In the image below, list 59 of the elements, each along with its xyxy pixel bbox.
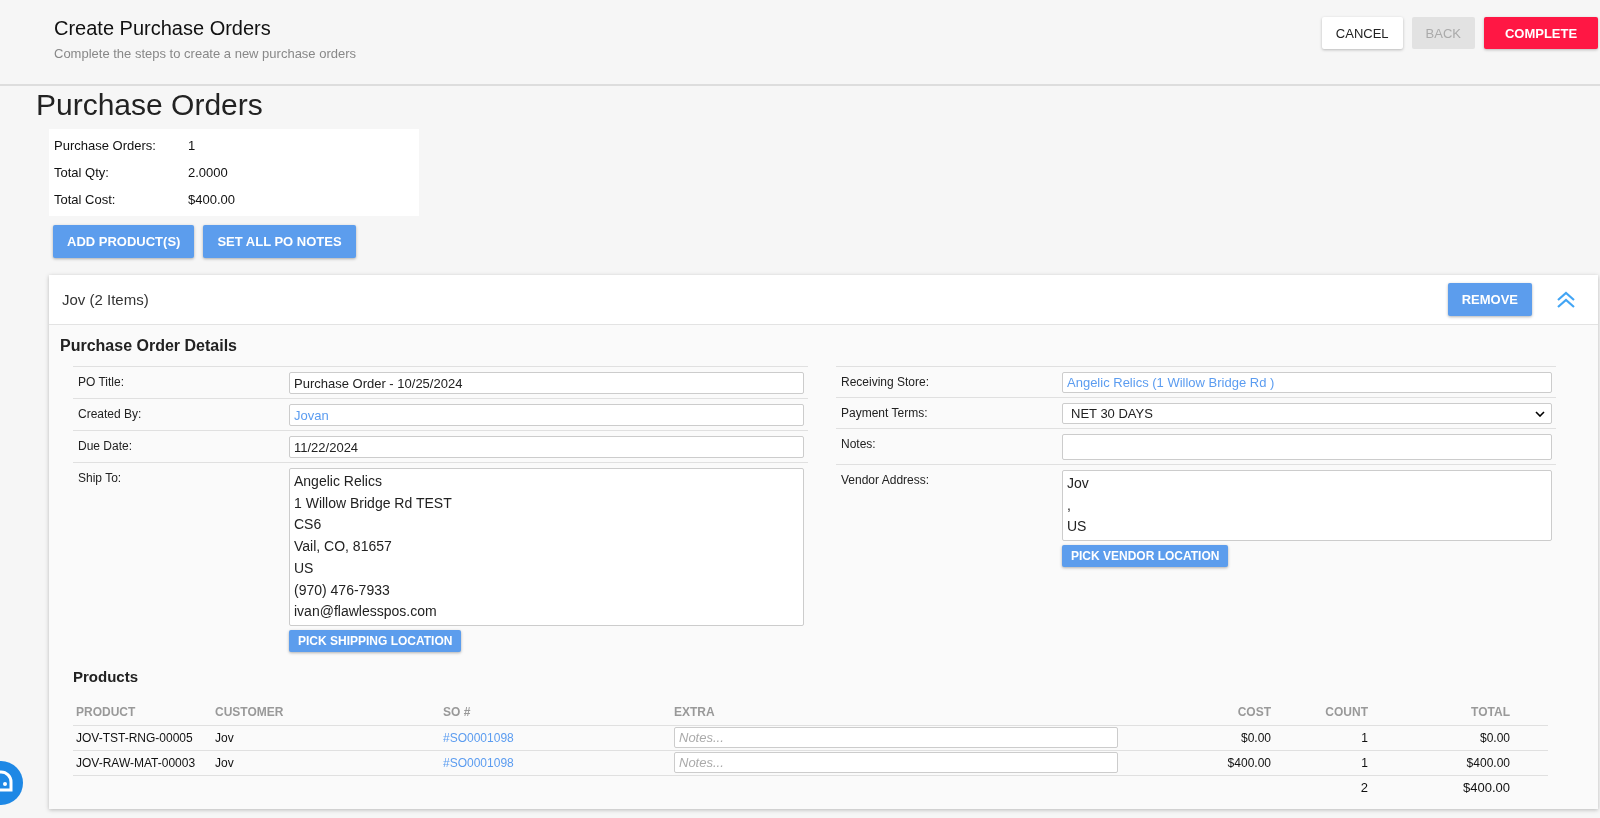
table-cell: Jov [212,725,440,751]
page-subtitle: Complete the steps to create a new purchase orders [54,46,357,61]
action-button[interactable]: SET ALL PO NOTES [203,225,356,258]
total-amount: $400.00 [1372,775,1548,800]
column-header: EXTRA [671,698,1118,726]
address-field[interactable]: Jov , US [1062,470,1552,542]
header-button[interactable]: CANCEL [1321,17,1403,49]
order-link[interactable]: #SO0001098 [443,730,514,745]
section-title: Products [73,667,139,685]
field-label: Notes: [840,436,877,453]
table-cell: 1 [1275,725,1372,751]
input-field[interactable]: Angelic Relics (1 Willow Bridge Rd ) [1062,372,1552,393]
table-cell: 1 [1275,750,1372,776]
input-field[interactable]: Jovan [289,404,804,426]
input-field[interactable] [1062,434,1552,460]
summary-value: $400.00 [188,192,235,207]
notes-field[interactable]: Notes... [674,752,1118,774]
table-cell: JOV-TST-RNG-00005 [73,725,212,751]
field-label: Receiving Store: [840,374,931,391]
table-cell: $400.00 [1118,750,1275,776]
input-field[interactable]: 11/22/2024 [289,436,804,458]
section-title: Purchase Order Details [60,337,238,355]
page-title: Create Purchase Orders [54,17,272,40]
field-label: PO Title: [77,374,125,391]
notes-field[interactable]: Notes... [674,727,1118,749]
column-header: SO # [440,698,671,726]
table-cell: $0.00 [1118,725,1275,751]
page-heading: Purchase Orders [36,87,264,123]
complete-button[interactable]: COMPLETE [1484,17,1598,49]
input-field[interactable]: Purchase Order - 10/25/2024 [289,372,804,394]
card-title: Jov (2 Items) [62,291,150,308]
summary-value: 1 [188,138,196,153]
table-cell: $0.00 [1372,725,1548,751]
table-cell: Jov [212,750,440,776]
field-label: Vendor Address: [840,472,931,489]
field-label: Ship To: [77,470,123,487]
address-field[interactable]: Angelic Relics 1 Willow Bridge Rd TEST CS6 Vail, CO, 81657 US (970) 476-7933 ivan@flawlesspos.com [289,468,804,626]
pick-location-button[interactable]: PICK SHIPPING LOCATION [289,629,462,652]
table-cell: JOV-RAW-MAT-00003 [73,750,212,776]
field-label: Due Date: [77,438,134,455]
pick-location-button[interactable]: PICK VENDOR LOCATION [1062,545,1229,568]
column-header: CUSTOMER [212,698,440,726]
summary-label: Total Cost: [53,192,117,207]
remove-button[interactable]: REMOVE [1447,283,1532,316]
chevron-down-icon [1535,410,1545,417]
summary-label: Purchase Orders: [53,138,157,153]
summary-value: 2.0000 [188,165,228,180]
total-count: 2 [1275,775,1372,800]
dropdown[interactable]: NET 30 DAYS [1062,403,1552,424]
column-header: TOTAL [1372,698,1548,726]
column-header: PRODUCT [73,698,212,726]
order-link[interactable]: #SO0001098 [443,755,514,770]
field-label: Payment Terms: [840,405,929,422]
field-label: Created By: [77,406,143,423]
summary-label: Total Qty: [53,165,110,180]
table-cell: $400.00 [1372,750,1548,776]
column-header: COST [1118,698,1275,726]
column-header: COUNT [1275,698,1372,726]
action-button[interactable]: ADD PRODUCT(S) [53,225,195,258]
